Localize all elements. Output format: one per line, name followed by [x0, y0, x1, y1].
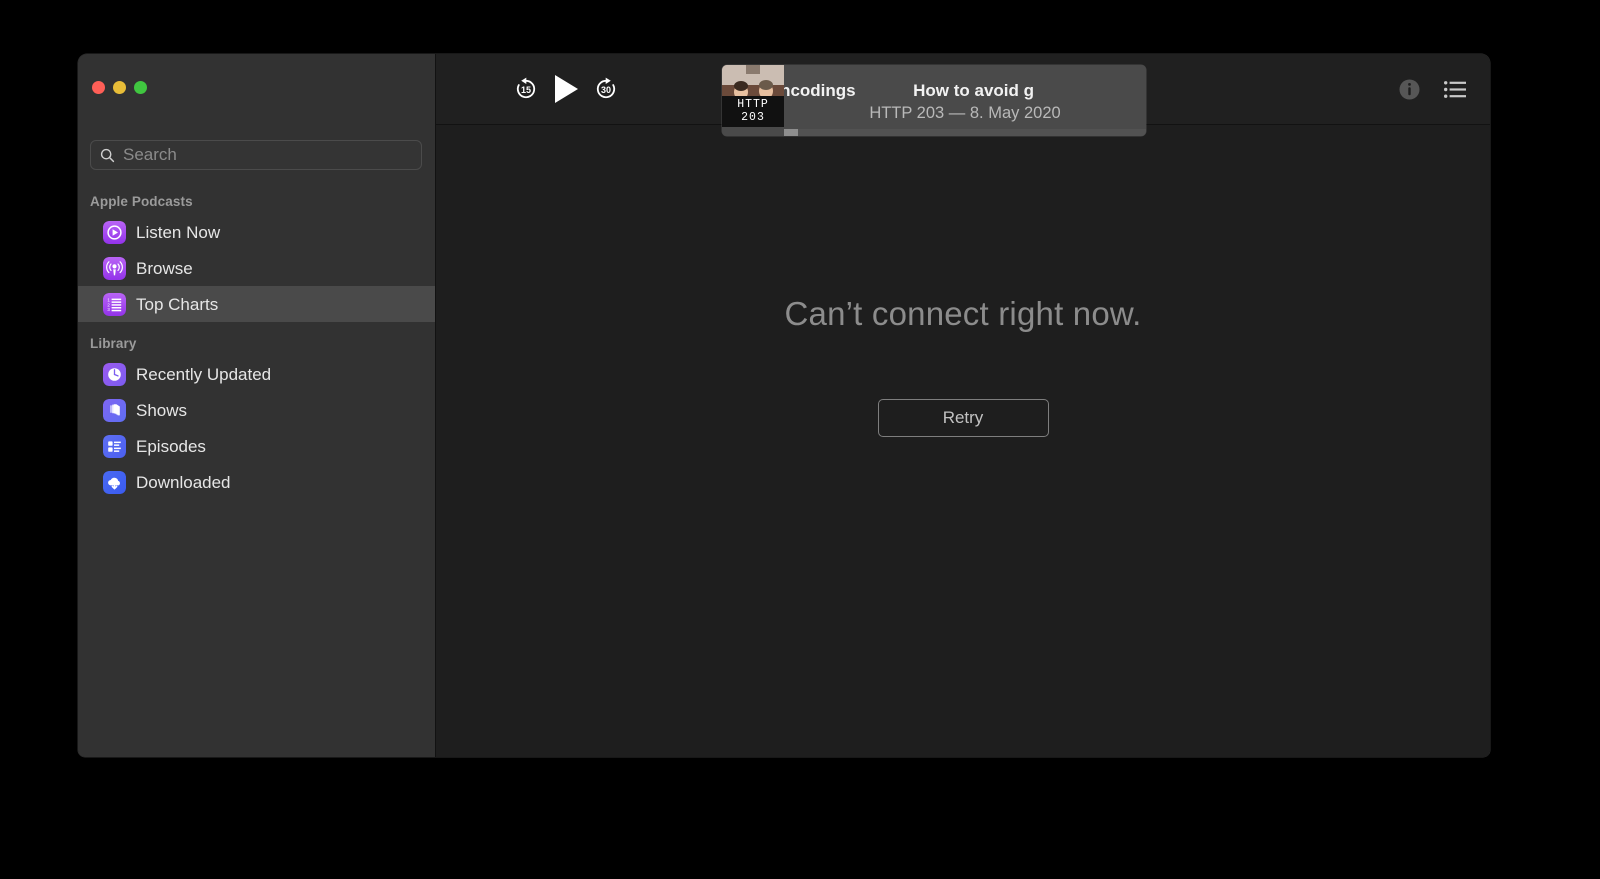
sidebar-item-label: Recently Updated — [136, 364, 272, 384]
sidebar-section-library: Library — [90, 336, 137, 351]
search-field[interactable] — [90, 140, 422, 170]
episode-artwork: HTTP 203 — [722, 65, 784, 127]
artwork-label: HTTP 203 — [722, 96, 784, 127]
player-toolbar: 15 30 HTTP 203 ncodings How to avoid g H… — [436, 54, 1490, 136]
content-pane: 15 30 HTTP 203 ncodings How to avoid g H… — [436, 54, 1490, 757]
main-content: Can’t connect right now. Retry — [436, 125, 1490, 757]
episode-title-marquee: d by text encodings How to avoid g — [784, 80, 1146, 102]
sidebar-section-apple-podcasts: Apple Podcasts — [90, 194, 193, 209]
listen-now-icon — [103, 220, 126, 244]
sidebar-item-label: Listen Now — [136, 222, 221, 242]
sidebar-item-recently-updated[interactable]: Recently Updated — [78, 356, 435, 392]
info-icon[interactable] — [1399, 79, 1420, 100]
episode-subtitle: HTTP 203 — 8. May 2020 — [869, 103, 1061, 122]
window-controls — [92, 81, 147, 94]
sidebar-item-shows[interactable]: Shows — [78, 392, 435, 428]
sidebar-item-label: Browse — [136, 258, 193, 278]
maximize-button[interactable] — [134, 81, 147, 94]
error-message: Can’t connect right now. — [784, 295, 1142, 332]
now-playing-widget[interactable]: HTTP 203 d by text encodings How to avoi… — [722, 65, 1146, 136]
sidebar: Apple Podcasts Listen Now — [78, 54, 436, 757]
minimize-button[interactable] — [113, 81, 126, 94]
close-button[interactable] — [92, 81, 105, 94]
episode-title-next: How to avoid g — [913, 80, 1034, 100]
transport-controls: 15 30 — [513, 73, 619, 105]
top-charts-icon: 1 2 3 — [103, 292, 126, 316]
sidebar-item-browse[interactable]: Browse — [78, 250, 435, 286]
sidebar-item-top-charts[interactable]: 1 2 3 Top Charts — [78, 286, 435, 322]
playback-progress-fill — [784, 129, 799, 136]
sidebar-item-label: Downloaded — [136, 472, 231, 492]
sidebar-item-label: Top Charts — [136, 294, 219, 314]
sidebar-item-listen-now[interactable]: Listen Now — [78, 214, 435, 250]
retry-button[interactable]: Retry — [877, 399, 1049, 437]
sidebar-item-label: Shows — [136, 400, 188, 420]
skip-forward-30-icon[interactable]: 30 — [593, 76, 619, 102]
playlist-icon[interactable] — [1444, 80, 1466, 98]
playback-progress-bar[interactable] — [784, 129, 1146, 136]
clock-icon — [103, 362, 126, 386]
now-playing-text: d by text encodings How to avoid g HTTP … — [784, 65, 1146, 136]
shows-icon — [103, 398, 126, 422]
search-icon — [100, 148, 115, 163]
episodes-icon — [103, 434, 126, 458]
episode-title-current: d by text encodings — [784, 80, 856, 100]
search-input[interactable] — [123, 145, 412, 165]
download-cloud-icon — [103, 470, 126, 494]
svg-text:30: 30 — [601, 85, 611, 95]
svg-text:15: 15 — [521, 85, 531, 95]
podcasts-window: Apple Podcasts Listen Now — [78, 54, 1490, 757]
sidebar-item-downloaded[interactable]: Downloaded — [78, 464, 435, 500]
toolbar-right-buttons — [1399, 54, 1466, 124]
sidebar-item-label: Episodes — [136, 436, 206, 456]
browse-icon — [103, 256, 126, 280]
sidebar-nav: Apple Podcasts Listen Now Browse 1 2 3 T… — [78, 186, 435, 500]
episode-title: d by text encodings How to avoid g — [784, 80, 1034, 102]
skip-back-15-icon[interactable]: 15 — [513, 76, 539, 102]
play-button[interactable] — [551, 73, 581, 105]
sidebar-item-episodes[interactable]: Episodes — [78, 428, 435, 464]
desktop-background: Apple Podcasts Listen Now — [0, 0, 1600, 879]
